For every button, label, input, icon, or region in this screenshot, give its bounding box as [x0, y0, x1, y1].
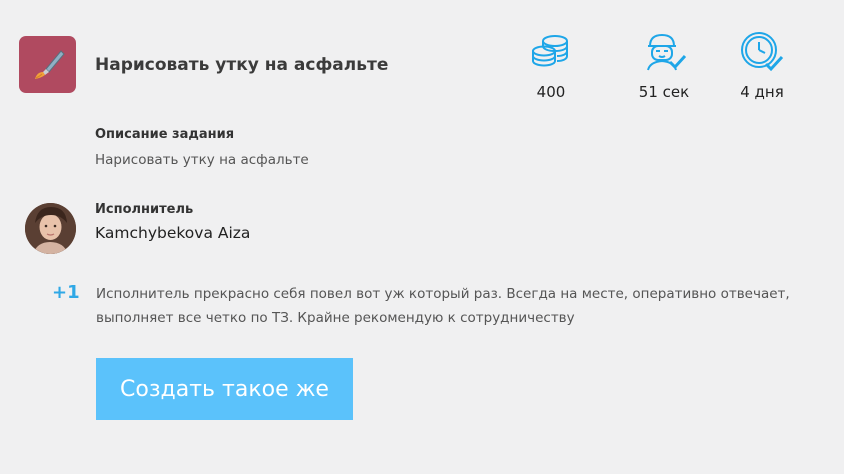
- clock-check-icon: [722, 30, 802, 74]
- coins-stack-icon: [511, 30, 591, 74]
- worker-check-icon: [624, 30, 704, 74]
- executor-avatar[interactable]: [25, 203, 76, 254]
- coins-value: 400: [536, 83, 566, 101]
- time-value: 51 сек: [638, 83, 690, 101]
- executor-name[interactable]: Kamchybekova Aiza: [95, 224, 250, 242]
- review-text: Исполнитель прекрасно себя повел вот уж …: [96, 286, 790, 326]
- stat-days: 4 дня: [722, 30, 802, 101]
- review-score: +1: [52, 282, 80, 303]
- paintbrush-icon: [34, 49, 65, 79]
- stat-time: 51 сек: [624, 30, 704, 101]
- days-value: 4 дня: [740, 83, 784, 101]
- executor-label: Исполнитель: [95, 202, 194, 217]
- description-label: Описание задания: [95, 127, 235, 142]
- create-similar-button[interactable]: Создать такое же: [96, 358, 353, 420]
- stat-coins: 400: [511, 30, 591, 101]
- task-category-icon: [19, 36, 76, 93]
- task-title: Нарисовать утку на асфальте: [95, 55, 389, 75]
- description-text: Нарисовать утку на асфальте: [95, 152, 309, 168]
